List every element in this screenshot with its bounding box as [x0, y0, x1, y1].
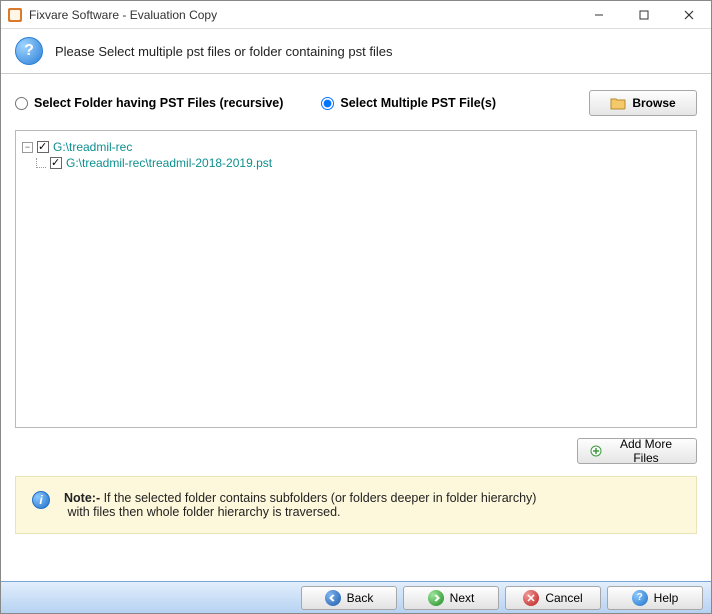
instruction-bar: ? Please Select multiple pst files or fo… — [1, 29, 711, 74]
cancel-icon — [523, 590, 539, 606]
option-folder-label: Select Folder having PST Files (recursiv… — [34, 96, 283, 110]
collapse-icon[interactable]: − — [22, 142, 33, 153]
titlebar: Fixvare Software - Evaluation Copy — [1, 1, 711, 29]
add-more-row: Add More Files — [15, 438, 697, 464]
next-label: Next — [450, 591, 475, 605]
tree-child-item[interactable]: G:\treadmil-rec\treadmil-2018-2019.pst — [36, 155, 690, 171]
note-text: Note:- If the selected folder contains s… — [64, 491, 536, 519]
tree-children: G:\treadmil-rec\treadmil-2018-2019.pst — [36, 155, 690, 171]
browse-label: Browse — [632, 96, 675, 110]
back-label: Back — [347, 591, 374, 605]
option-multiple-label: Select Multiple PST File(s) — [340, 96, 496, 110]
option-select-folder[interactable]: Select Folder having PST Files (recursiv… — [15, 96, 283, 110]
radio-multiple[interactable] — [321, 97, 334, 110]
minimize-button[interactable] — [576, 1, 621, 29]
folder-icon — [610, 96, 626, 110]
next-button[interactable]: Next — [403, 586, 499, 610]
window-controls — [576, 1, 711, 29]
note-box: i Note:- If the selected folder contains… — [15, 476, 697, 534]
help-icon: ? — [632, 590, 648, 606]
tree-connector-icon — [36, 158, 46, 168]
checkbox-child[interactable] — [50, 157, 62, 169]
help-button[interactable]: ? Help — [607, 586, 703, 610]
close-button[interactable] — [666, 1, 711, 29]
tree-child-label: G:\treadmil-rec\treadmil-2018-2019.pst — [66, 156, 272, 170]
app-icon — [7, 7, 23, 23]
tree-root-label: G:\treadmil-rec — [53, 140, 132, 154]
checkbox-root[interactable] — [37, 141, 49, 153]
window-title: Fixvare Software - Evaluation Copy — [29, 8, 217, 22]
add-more-label: Add More Files — [608, 437, 684, 465]
tree-root-item[interactable]: − G:\treadmil-rec — [22, 139, 690, 155]
note-prefix: Note:- — [64, 491, 100, 505]
main-content: Select Folder having PST Files (recursiv… — [1, 74, 711, 542]
cancel-label: Cancel — [545, 591, 582, 605]
next-icon — [428, 590, 444, 606]
note-line2: with files then whole folder hierarchy i… — [67, 505, 340, 519]
question-icon: ? — [15, 37, 43, 65]
plus-icon — [590, 445, 602, 457]
back-button[interactable]: Back — [301, 586, 397, 610]
option-select-multiple[interactable]: Select Multiple PST File(s) — [321, 96, 496, 110]
wizard-footer: Back Next Cancel ? Help — [1, 581, 711, 613]
cancel-button[interactable]: Cancel — [505, 586, 601, 610]
note-line1: If the selected folder contains subfolde… — [100, 491, 536, 505]
file-tree[interactable]: − G:\treadmil-rec G:\treadmil-rec\treadm… — [15, 130, 697, 428]
instruction-text: Please Select multiple pst files or fold… — [55, 44, 392, 59]
radio-folder[interactable] — [15, 97, 28, 110]
add-more-files-button[interactable]: Add More Files — [577, 438, 697, 464]
help-label: Help — [654, 591, 679, 605]
back-icon — [325, 590, 341, 606]
info-icon: i — [32, 491, 50, 509]
selection-options-row: Select Folder having PST Files (recursiv… — [15, 90, 697, 116]
browse-button[interactable]: Browse — [589, 90, 697, 116]
maximize-button[interactable] — [621, 1, 666, 29]
